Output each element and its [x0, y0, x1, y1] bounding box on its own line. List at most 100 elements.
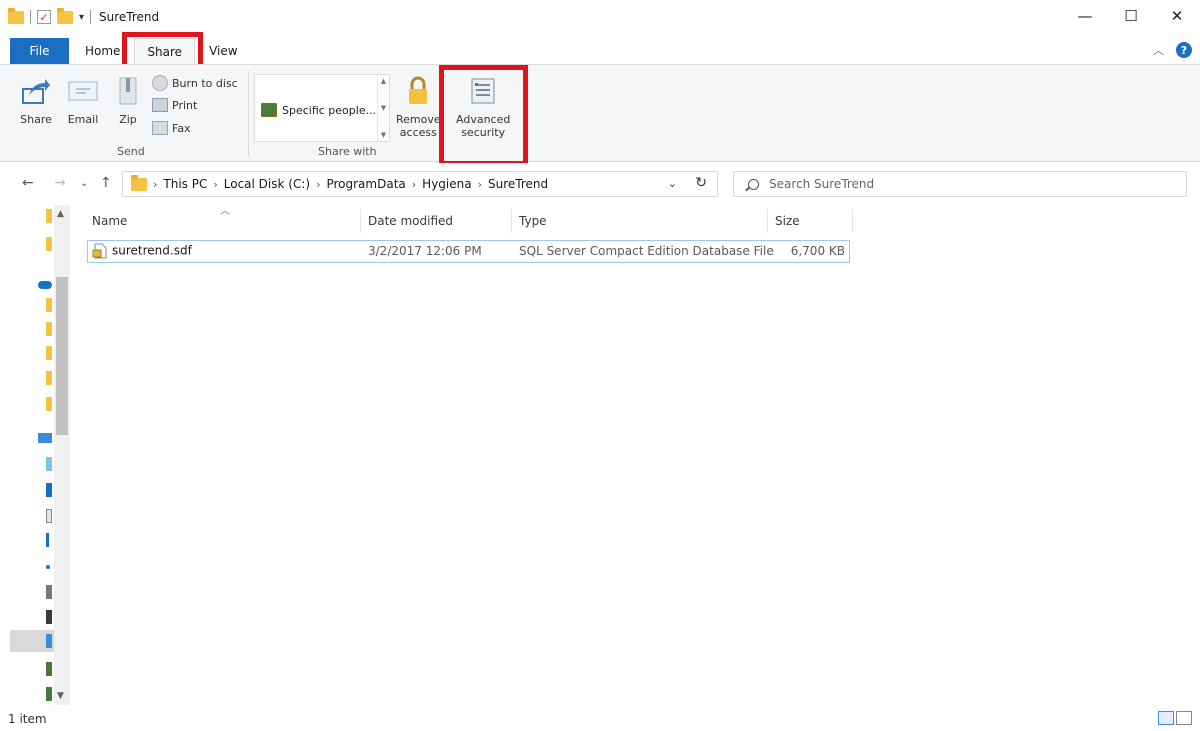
advanced-security-button[interactable]: Advanced security — [456, 75, 510, 139]
network-drive-icon[interactable] — [46, 687, 52, 701]
scroll-up-icon[interactable]: ▲ — [57, 209, 64, 219]
gallery-expand-icon[interactable]: ▼ — [381, 131, 386, 139]
folder-icon[interactable] — [8, 7, 24, 24]
chevron-right-icon[interactable]: › — [213, 178, 217, 191]
gallery-up-icon[interactable]: ▲ — [381, 77, 386, 85]
drive-icon[interactable] — [46, 483, 52, 497]
forward-arrow-icon[interactable]: → — [54, 175, 66, 191]
breadcrumb-programdata[interactable]: ProgramData › — [326, 177, 416, 191]
network-drive-icon[interactable] — [46, 662, 52, 676]
breadcrumb-label: ProgramData — [326, 177, 406, 191]
folder-icon[interactable] — [46, 322, 52, 336]
remove-access-button[interactable]: Remove access — [396, 75, 441, 139]
chevron-right-icon[interactable]: › — [412, 178, 416, 191]
breadcrumb-label: SureTrend — [488, 177, 549, 191]
burn-to-disc-label: Burn to disc — [172, 76, 238, 90]
gallery-scroll[interactable]: ▲ ▼ ▼ — [377, 75, 389, 141]
recent-locations-chevron-icon[interactable]: ⌄ — [80, 178, 88, 189]
maximize-button[interactable]: ☐ — [1108, 0, 1154, 32]
zip-label: Zip — [119, 113, 137, 126]
breadcrumb-label: Hygiena — [422, 177, 472, 191]
search-box[interactable]: Search SureTrend — [733, 171, 1187, 197]
column-divider[interactable] — [360, 209, 361, 233]
details-view-icon[interactable] — [1158, 711, 1174, 725]
specific-people-item[interactable]: Specific people... — [261, 103, 376, 117]
up-arrow-icon[interactable]: ↑ — [100, 175, 112, 191]
collapse-ribbon-icon[interactable]: ︿ — [1153, 42, 1164, 58]
close-button[interactable]: ✕ — [1154, 0, 1200, 32]
chevron-right-icon[interactable]: › — [153, 178, 157, 191]
folder-icon[interactable] — [46, 371, 52, 385]
share-button[interactable]: Share — [20, 75, 52, 126]
breadcrumb-suretrend[interactable]: SureTrend — [488, 177, 548, 191]
chevron-right-icon[interactable]: › — [478, 178, 482, 191]
breadcrumb-this-pc[interactable]: This PC › — [163, 177, 217, 191]
help-icon[interactable]: ? — [1176, 42, 1192, 58]
file-size-cell: 6,700 KB — [790, 244, 845, 258]
status-bar: 1 item — [0, 707, 1200, 731]
document-icon[interactable] — [46, 509, 52, 523]
column-header-size[interactable]: Size — [775, 209, 800, 233]
music-icon[interactable] — [46, 565, 50, 569]
minimize-button[interactable]: — — [1062, 0, 1108, 32]
breadcrumb-hygiena[interactable]: Hygiena › — [422, 177, 482, 191]
scroll-down-icon[interactable]: ▼ — [57, 691, 64, 701]
large-icons-view-icon[interactable] — [1176, 711, 1192, 725]
ribbon-share-panel: Share Email Zip Burn to disc Print Fax S… — [0, 64, 1200, 162]
drive-icon[interactable] — [46, 634, 52, 648]
download-icon[interactable] — [46, 533, 49, 547]
address-bar[interactable]: › This PC › Local Disk (C:) › ProgramData ›… — [122, 171, 718, 197]
column-divider[interactable] — [852, 209, 853, 233]
breadcrumb-label: This PC — [163, 177, 208, 191]
table-row[interactable]: suretrend.sdf 3/2/2017 12:06 PM SQL Serv… — [87, 240, 850, 263]
file-name-cell[interactable]: suretrend.sdf — [92, 243, 192, 259]
folder-icon[interactable] — [46, 209, 52, 223]
properties-check-icon[interactable]: ✓ — [37, 10, 51, 24]
new-folder-icon[interactable] — [57, 7, 73, 24]
column-divider[interactable] — [767, 209, 768, 233]
address-dropdown-icon[interactable]: ⌄ — [668, 177, 677, 190]
navigation-pane: ▲ ▼ — [0, 205, 70, 705]
this-pc-icon[interactable] — [38, 433, 52, 443]
back-arrow-icon[interactable]: ← — [22, 175, 34, 191]
column-size-label: Size — [775, 214, 800, 228]
folder-icon[interactable] — [46, 237, 52, 251]
envelope-icon — [67, 75, 99, 107]
videos-icon[interactable] — [46, 610, 52, 624]
search-placeholder: Search SureTrend — [769, 177, 875, 191]
folder-icon[interactable] — [46, 346, 52, 360]
scrollbar-thumb[interactable] — [56, 277, 68, 435]
share-with-gallery[interactable]: Specific people... ▲ ▼ ▼ — [254, 74, 390, 142]
tab-view[interactable]: View — [195, 38, 249, 64]
fax-button[interactable]: Fax — [152, 121, 191, 135]
folder-icon[interactable] — [46, 298, 52, 312]
gallery-down-icon[interactable]: ▼ — [381, 104, 386, 112]
folder-icon[interactable] — [46, 397, 52, 411]
print-button[interactable]: Print — [152, 98, 197, 112]
refresh-icon[interactable]: ↻ — [695, 175, 707, 191]
tab-home[interactable]: Home — [69, 38, 130, 64]
chevron-right-icon[interactable]: › — [316, 178, 320, 191]
email-button[interactable]: Email — [67, 75, 99, 126]
disc-icon — [152, 75, 168, 91]
column-header-name[interactable]: Name — [92, 209, 127, 233]
zip-button[interactable]: Zip — [112, 75, 144, 126]
item-count: 1 item — [8, 712, 47, 726]
column-divider[interactable] — [511, 209, 512, 233]
tab-share[interactable]: Share — [134, 38, 196, 64]
toolbar-divider — [90, 10, 92, 24]
people-icon — [261, 103, 277, 117]
advanced-security-label-2: security — [461, 126, 506, 139]
burn-to-disc-button[interactable]: Burn to disc — [152, 75, 238, 91]
tab-file[interactable]: File — [10, 38, 69, 64]
database-file-icon — [92, 243, 107, 259]
navigation-pane-scrollbar[interactable]: ▲ ▼ — [54, 205, 70, 705]
column-header-date[interactable]: Date modified — [368, 209, 453, 233]
pictures-icon[interactable] — [46, 585, 52, 599]
column-name-label: Name — [92, 214, 128, 228]
customize-toolbar-dropdown-icon[interactable]: ▾ — [79, 12, 84, 23]
column-header-type[interactable]: Type — [519, 209, 547, 233]
drive-icon[interactable] — [46, 457, 52, 471]
onedrive-icon[interactable] — [38, 281, 52, 289]
breadcrumb-local-disk[interactable]: Local Disk (C:) › — [224, 177, 321, 191]
